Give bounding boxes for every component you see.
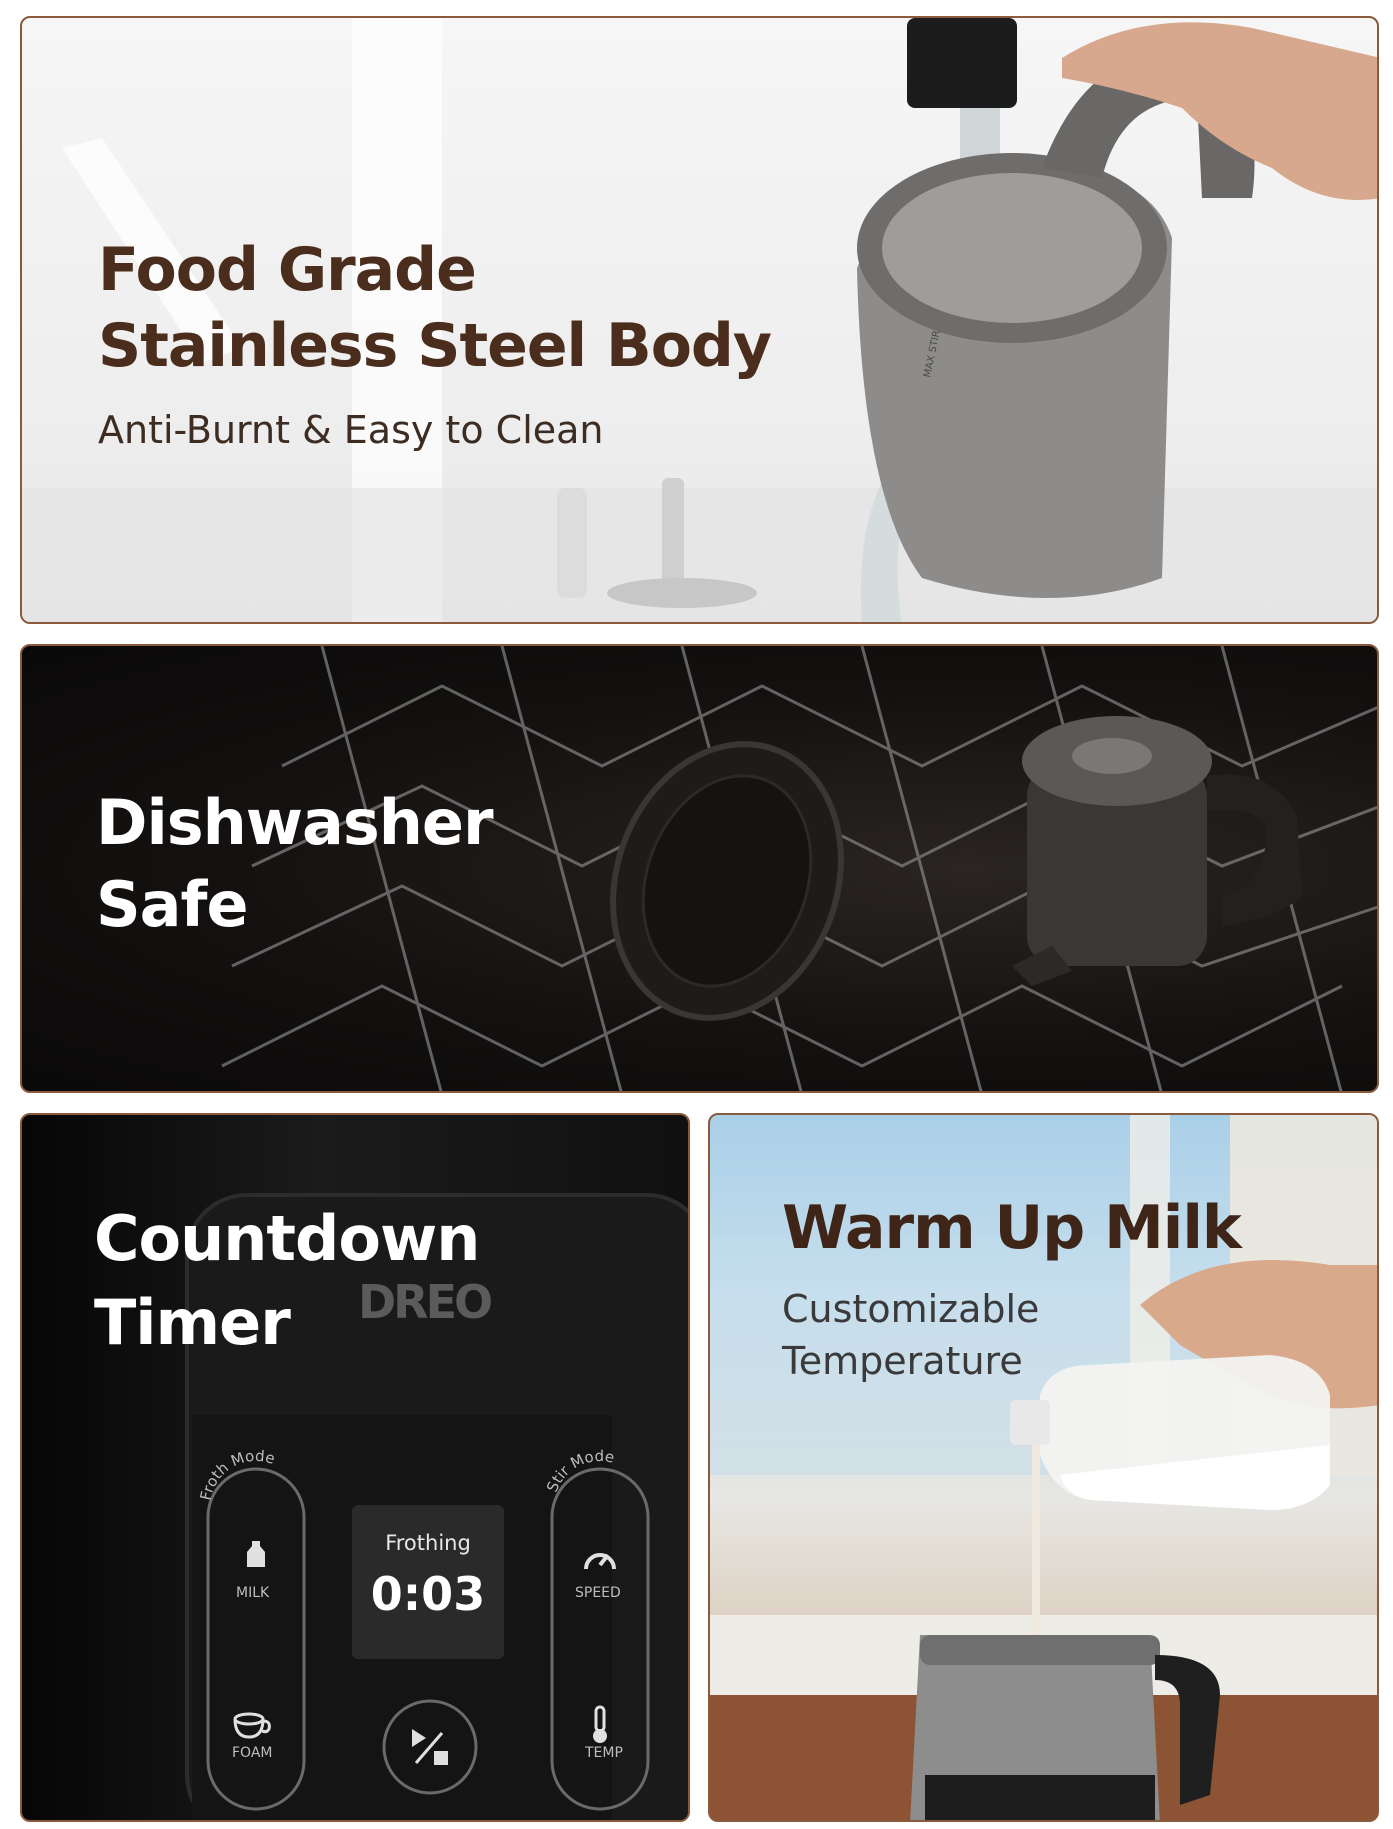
dishwasher-panel: Dishwasher Safe bbox=[20, 644, 1379, 1093]
display-time: 0:03 bbox=[370, 1567, 486, 1621]
warm-milk-panel: Warm Up Milk Customizable Temperature bbox=[708, 1113, 1379, 1822]
dishwasher-title: Dishwasher Safe bbox=[96, 782, 494, 946]
cup-icon[interactable] bbox=[233, 1711, 273, 1739]
speed-label: SPEED bbox=[575, 1585, 621, 1601]
play-stop-icon[interactable] bbox=[406, 1723, 454, 1771]
speed-gauge-icon[interactable] bbox=[582, 1545, 618, 1575]
warm-subtitle-line1: Customizable bbox=[782, 1287, 1040, 1331]
thermometer-icon[interactable] bbox=[588, 1705, 612, 1745]
stir-mode-text: Stir Mode bbox=[543, 1447, 616, 1495]
warm-title: Warm Up Milk bbox=[782, 1193, 1242, 1263]
stainless-steel-panel: Food Grade Stainless Steel Body Anti-Bur… bbox=[20, 16, 1379, 624]
milk-label: MILK bbox=[236, 1585, 270, 1601]
dishwasher-title-line2: Safe bbox=[96, 868, 249, 941]
countdown-timer-panel: Countdown Timer DREO Froth Mode Stir Mod… bbox=[20, 1113, 690, 1822]
foam-label: FOAM bbox=[232, 1745, 273, 1761]
warm-subtitle: Customizable Temperature bbox=[782, 1283, 1039, 1387]
temp-label: TEMP bbox=[585, 1745, 623, 1761]
display-mode: Frothing bbox=[385, 1531, 471, 1555]
svg-text:Froth Mode: Froth Mode bbox=[197, 1447, 277, 1502]
svg-text:Stir Mode: Stir Mode bbox=[543, 1447, 616, 1495]
timer-display: Frothing 0:03 bbox=[352, 1505, 504, 1659]
warm-subtitle-line2: Temperature bbox=[782, 1339, 1023, 1383]
jug-marking: MAX STIR bbox=[922, 329, 943, 378]
dishwasher-title-line1: Dishwasher bbox=[96, 786, 494, 859]
milk-bottle-icon[interactable] bbox=[244, 1539, 268, 1569]
jug-marking-text: MAX STIR bbox=[922, 329, 943, 378]
froth-mode-text: Froth Mode bbox=[197, 1447, 277, 1502]
